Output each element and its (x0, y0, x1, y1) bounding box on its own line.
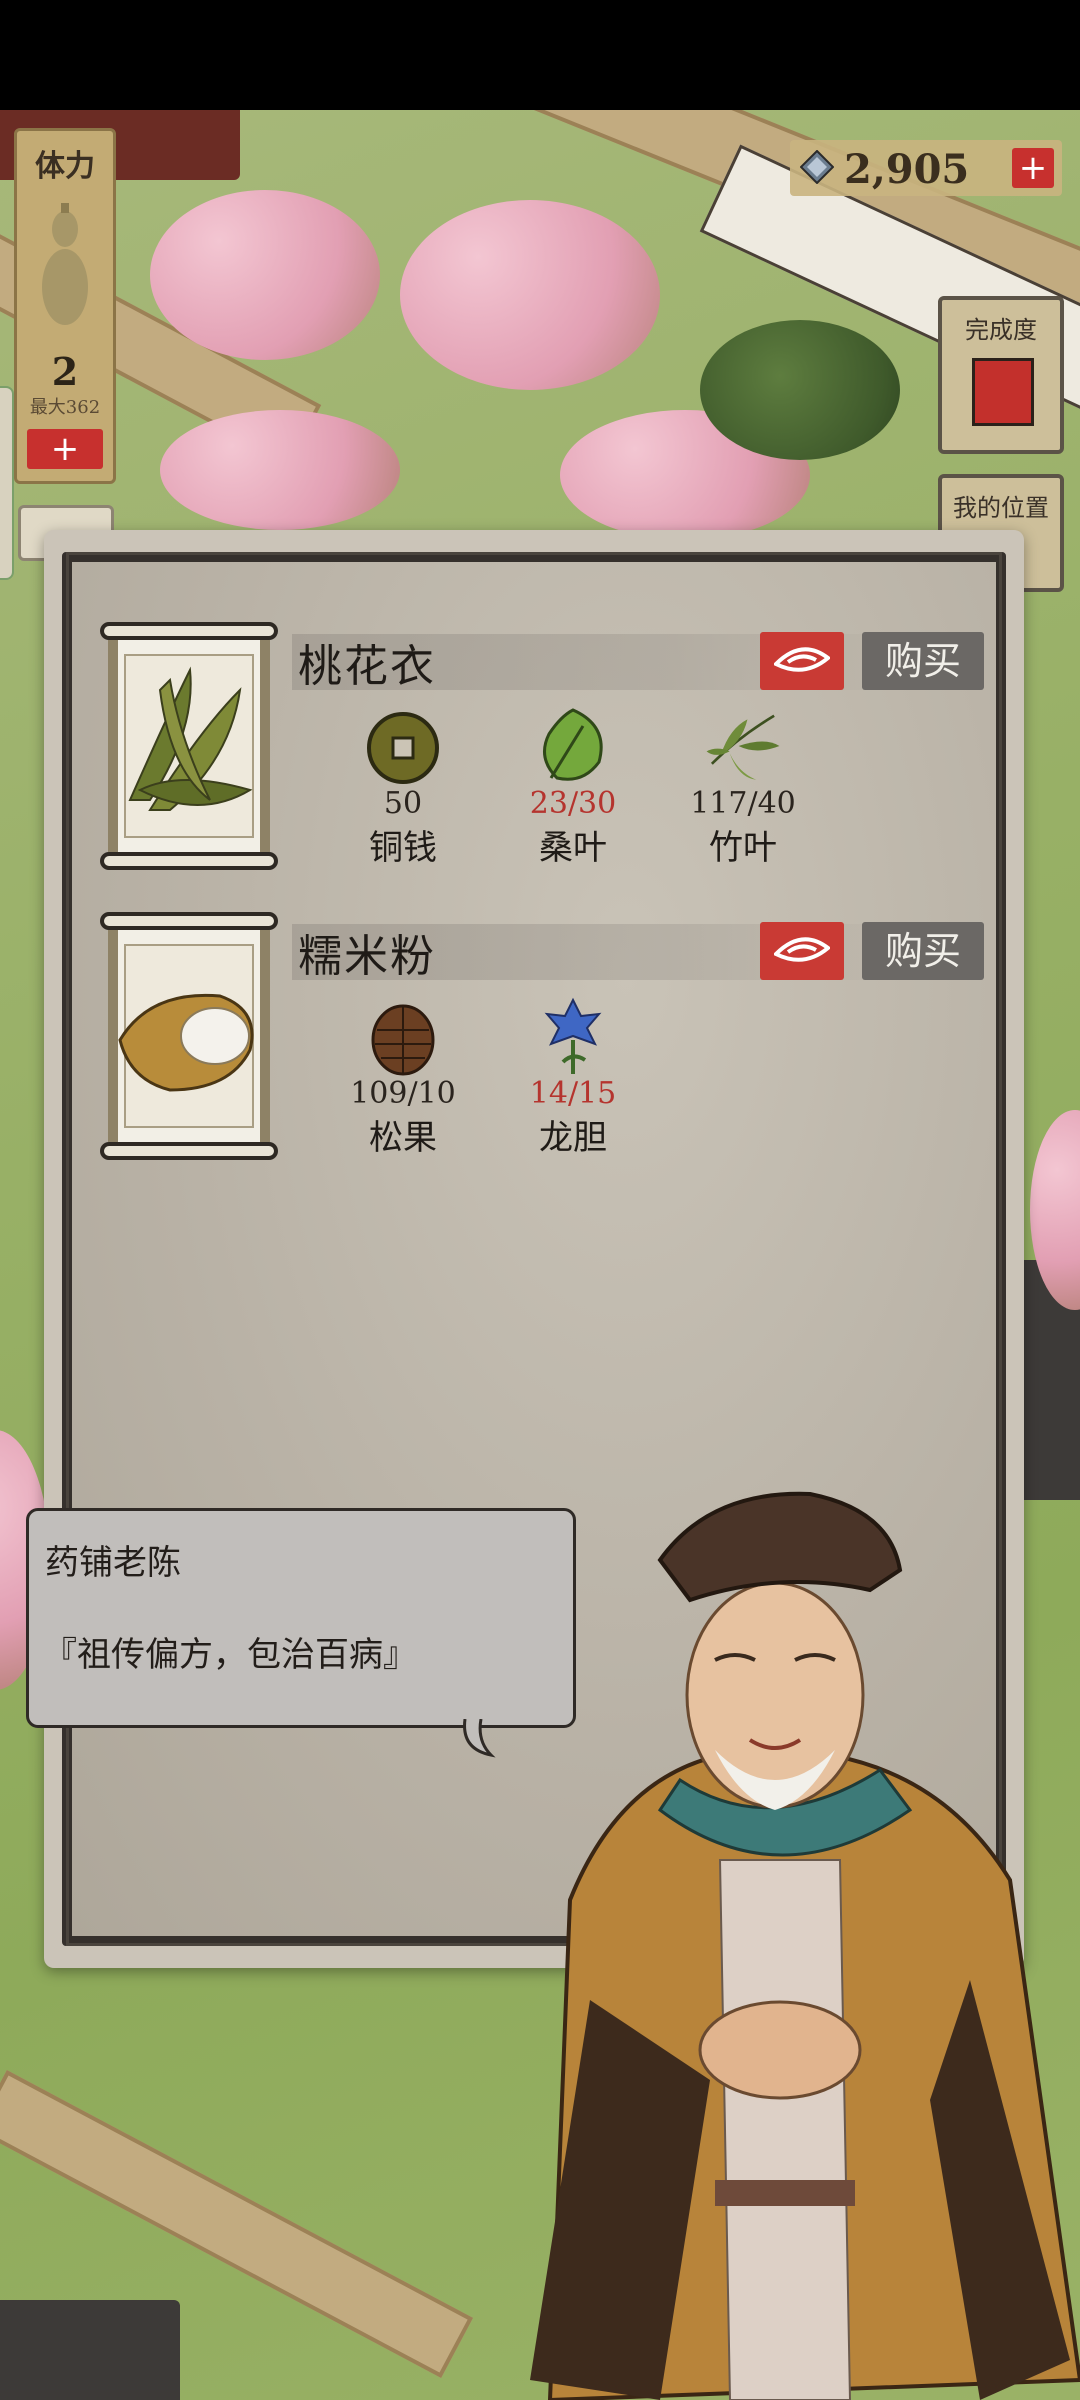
scroll-rod-top (100, 912, 278, 930)
stamina-value: 2 (51, 349, 79, 394)
currency-panel: 2,905 + (790, 140, 1062, 196)
peach-tree (150, 190, 380, 360)
buy-button[interactable]: 购买 (862, 922, 984, 980)
material-name: 竹叶 (709, 828, 777, 868)
completion-label: 完成度 (965, 316, 1037, 344)
material-count: 23/30 (529, 786, 617, 821)
material-mulberry-leaf: 23/30 桑叶 (508, 706, 638, 868)
npc-old-chen-portrait (530, 1491, 1080, 2400)
item-name: 桃花衣 (298, 641, 436, 692)
stamina-max: 最大362 (29, 397, 101, 418)
completion-button[interactable]: 完成度 (938, 296, 1064, 454)
material-pine-cone: 109/10 松果 (338, 996, 468, 1158)
rice-flour-sack-icon (118, 993, 254, 1092)
material-count: 50 (383, 786, 423, 821)
add-currency-button[interactable]: + (1012, 148, 1054, 188)
pine-tree (700, 320, 900, 460)
pine-cone-icon (371, 1004, 435, 1076)
npc-speech-bubble[interactable]: 药铺老陈 『祖传偏方，包治百病』 (26, 1508, 576, 1758)
stamina-panel: 体力 2 最大362 + (14, 128, 116, 484)
bamboo-leaves-bundle-icon (128, 666, 253, 811)
peach-tree (160, 410, 400, 530)
npc-name: 药铺老陈 (45, 1543, 181, 1583)
buy-button[interactable]: 购买 (862, 632, 984, 690)
eye-icon (774, 937, 830, 962)
preview-button[interactable] (760, 922, 844, 980)
building-roof (0, 2300, 180, 2400)
material-count: 14/15 (529, 1076, 617, 1111)
shop-item-row: 桃花衣 购买 50 铜钱 23/30 桑叶 117/40 竹叶 (100, 622, 984, 882)
material-name: 龙胆 (539, 1118, 607, 1158)
location-label: 我的位置 (953, 494, 1049, 522)
red-book-icon (972, 358, 1034, 426)
scroll-rod-top (100, 622, 278, 640)
scroll-rod-bottom (100, 852, 278, 870)
bubble-tail (463, 1719, 496, 1758)
currency-value: 2,905 (844, 146, 970, 193)
peach-tree (400, 200, 660, 390)
material-count: 109/10 (350, 1076, 456, 1111)
material-count: 117/40 (690, 786, 796, 821)
item-name: 糯米粉 (298, 931, 436, 982)
add-stamina-button[interactable]: + (27, 429, 103, 469)
material-name: 松果 (369, 1118, 437, 1158)
status-bar (0, 0, 1080, 110)
npc-dialog-text: 『祖传偏方，包治百病』 (43, 1635, 417, 1675)
gourd-icon (42, 203, 88, 325)
shop-item-row: 糯米粉 购买 109/10 松果 14/15 龙胆 (100, 912, 984, 1172)
material-bamboo-leaf: 117/40 竹叶 (678, 706, 808, 868)
eye-icon (774, 647, 830, 672)
preview-button[interactable] (760, 632, 844, 690)
bamboo-leaf-icon (706, 714, 780, 780)
material-copper-coin: 50 铜钱 (338, 706, 468, 868)
material-name: 铜钱 (369, 828, 437, 868)
stamina-label: 体力 (35, 149, 95, 184)
material-gentian: 14/15 龙胆 (508, 996, 638, 1158)
item-scroll-frame (100, 622, 278, 870)
mulberry-leaf-icon (543, 708, 603, 781)
copper-coin-icon (367, 712, 439, 784)
jade-gem-icon (800, 150, 834, 184)
gentian-flower-icon (544, 997, 602, 1074)
side-drawer-handle[interactable] (0, 386, 14, 580)
material-name: 桑叶 (539, 828, 607, 868)
item-scroll-frame (100, 912, 278, 1160)
scroll-rod-bottom (100, 1142, 278, 1160)
